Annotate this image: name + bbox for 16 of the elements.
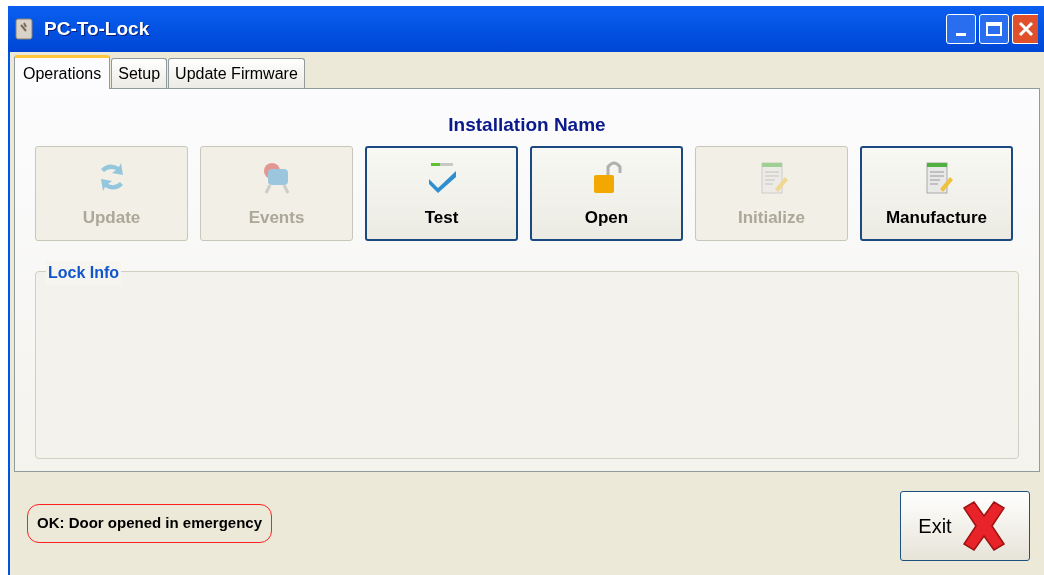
close-icon — [1017, 21, 1034, 37]
installation-name: Installation Name — [448, 113, 606, 137]
close-button[interactable] — [1012, 14, 1038, 44]
toolbar-button[interactable]: Open — [530, 145, 683, 241]
app-icon — [14, 17, 36, 41]
tab[interactable]: Update Firmware — [168, 58, 305, 88]
maximize-button[interactable] — [979, 14, 1009, 44]
status-message: OK: Door opened in emergency — [27, 504, 273, 543]
toolbar-button[interactable]: Manufacture — [860, 145, 1013, 241]
toolbar-button[interactable]: Test — [365, 145, 518, 241]
tab[interactable]: Setup — [111, 58, 168, 88]
tab[interactable]: Operations — [14, 55, 111, 89]
minimize-button[interactable] — [946, 14, 976, 44]
window-title: PC-To-Lock — [44, 16, 150, 41]
exit-button[interactable]: Exit — [900, 490, 1030, 561]
group-title: Lock Info — [46, 260, 122, 285]
